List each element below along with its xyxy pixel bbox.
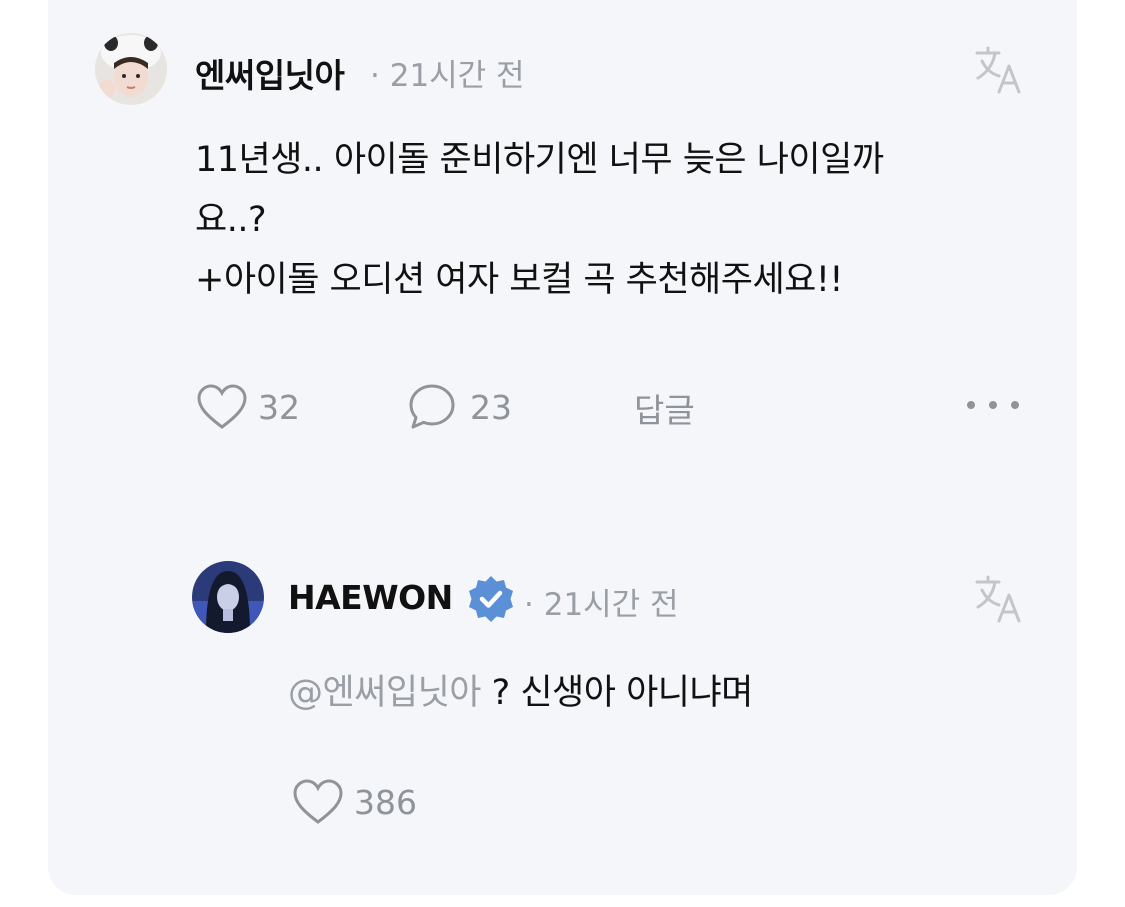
separator-dot: · [370, 58, 380, 94]
more-options-button[interactable] [966, 400, 1020, 410]
like-button[interactable]: 32 [196, 384, 300, 430]
more-horizontal-icon [967, 401, 1019, 409]
reply-body: @엔써입닛아 ? 신생아 아니냐며 [288, 664, 753, 715]
heart-icon [197, 384, 247, 429]
comment-body: 11년생.. 아이돌 준비하기엔 너무 늦은 나이일까 요..? +아이돌 오디… [195, 130, 884, 310]
comment-replies-button[interactable]: 23 [408, 383, 512, 431]
mention-link[interactable]: @엔써입닛아 [288, 673, 482, 713]
like-count: 32 [258, 387, 300, 427]
commenter-avatar[interactable] [95, 33, 167, 105]
reply-timestamp: · 21시간 전 [524, 579, 679, 624]
translate-icon[interactable] [973, 44, 1025, 96]
translate-icon[interactable] [973, 573, 1025, 625]
reply-author-avatar[interactable] [192, 561, 264, 633]
comment-body-line: 요..? [195, 200, 267, 240]
comment-body-line: +아이돌 오디션 여자 보컬 곡 추천해주세요!! [195, 260, 843, 300]
reply-like-count: 386 [354, 782, 417, 822]
reply-time: 21시간 전 [543, 587, 679, 623]
verified-badge-icon [466, 574, 516, 624]
speech-bubble-icon [409, 384, 455, 429]
separator-dot: · [524, 587, 534, 623]
comment-timestamp: · 21시간 전 [370, 50, 525, 95]
commenter-username[interactable]: 엔써입닛아 [195, 49, 345, 97]
reply-button[interactable]: 답글 [634, 384, 695, 432]
reply-count: 23 [470, 387, 512, 427]
comment-body-line: 11년생.. 아이돌 준비하기엔 너무 늦은 나이일까 [195, 140, 884, 180]
heart-icon [293, 779, 343, 824]
reply-body-text: ? 신생아 아니냐며 [481, 673, 754, 713]
comment-time: 21시간 전 [389, 58, 525, 94]
reply-author-username[interactable]: HAEWON [288, 578, 453, 617]
reply-like-button[interactable]: 386 [292, 779, 417, 825]
